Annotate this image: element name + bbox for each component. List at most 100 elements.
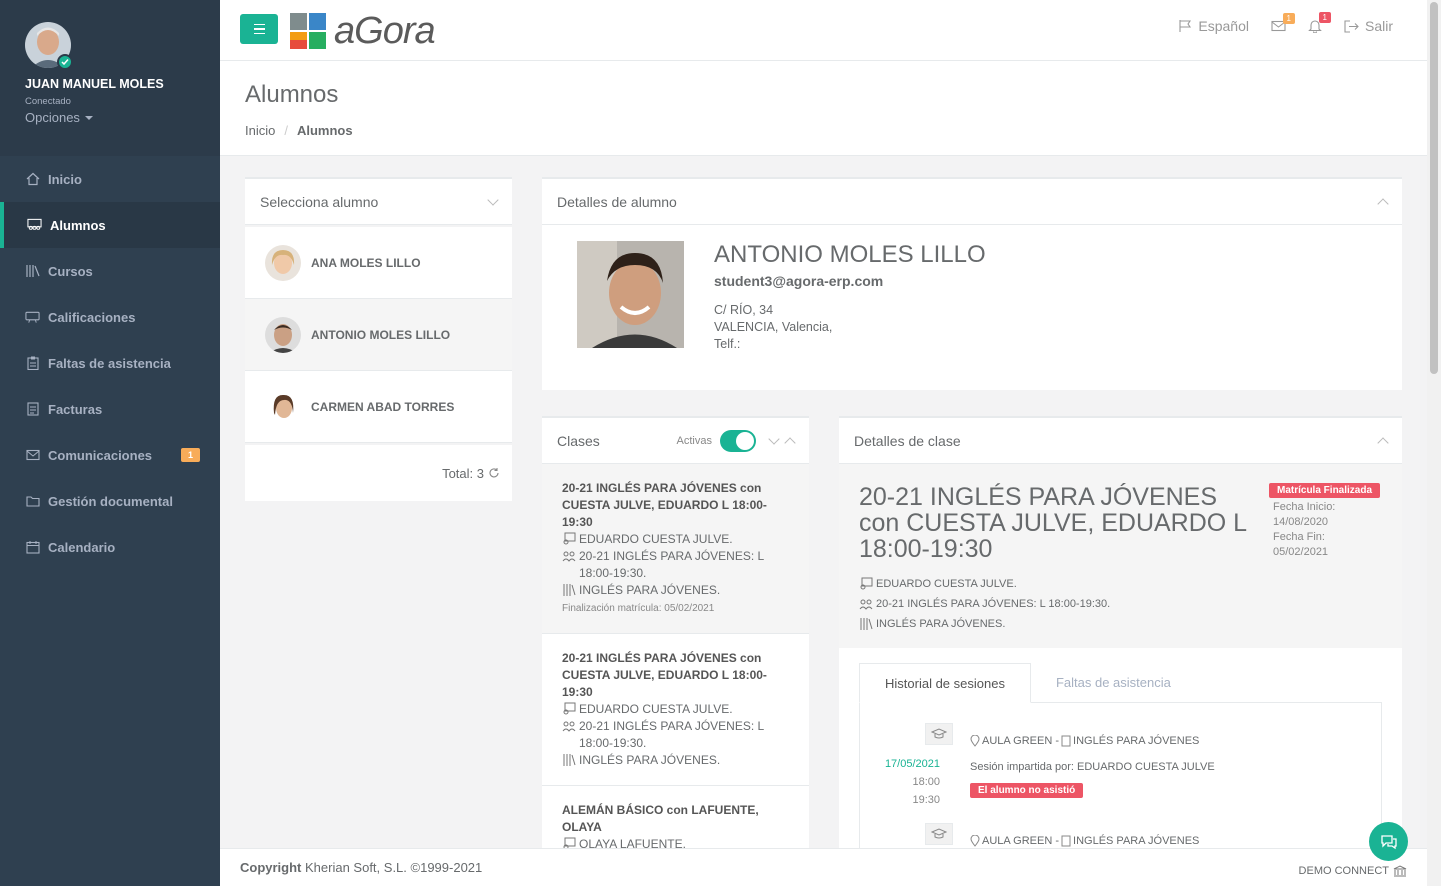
sidebar-item-calificaciones[interactable]: Calificaciones [0,294,220,340]
session-taught-by: Sesión impartida por: EDUARDO CUESTA JUL… [970,761,1215,773]
student-details-header: Detalles de alumno [542,179,1402,225]
student-name: ANTONIO MOLES LILLO [311,327,451,342]
active-classes-toggle[interactable] [720,429,756,452]
chat-button[interactable] [1369,822,1408,861]
book-icon [1061,735,1071,747]
student-select-panel: Selecciona alumno ANA MOLES LILLO ANTONI… [245,177,512,501]
class-name: 20-21 INGLÉS PARA JÓVENES con CUESTA JUL… [859,483,1247,563]
folder-icon [25,494,40,509]
user-status: Conectado [25,96,71,107]
class-course: INGLÉS PARA JÓVENES. [579,753,721,767]
tab-faltas-asistencia[interactable]: Faltas de asistencia [1031,663,1196,702]
student-avatar [265,244,301,281]
student-info: ANTONIO MOLES LILLO student3@agora-erp.c… [714,241,986,351]
tab-historial-sesiones[interactable]: Historial de sesiones [859,663,1031,703]
home-icon [25,172,40,187]
student-select-header[interactable]: Selecciona alumno [245,179,512,225]
status-badge: Matrícula Finalizada [1269,483,1381,498]
sidebar-item-inicio[interactable]: Inicio [0,156,220,202]
student-total: Total: 3 [245,445,512,501]
breadcrumb-separator: / [284,123,288,138]
copyright: Copyright Kherian Soft, S.L. ©1999-2021 [240,860,482,875]
session-start: 18:00 [912,776,940,788]
sidebar-item-gestion-documental[interactable]: Gestión documental [0,478,220,524]
books-icon [563,584,576,596]
user-options-dropdown[interactable]: Opciones [25,110,195,125]
class-group: 20-21 INGLÉS PARA JÓVENES: L 18:00-19:30… [876,597,1111,610]
language-label: Español [1198,18,1249,34]
class-list-item[interactable]: ALEMÁN BÁSICO con LAFUENTE, OLAYA OLAYA … [542,786,809,848]
student-email[interactable]: student3@agora-erp.com [714,273,986,289]
student-list-item[interactable]: ANA MOLES LILLO [245,227,512,299]
grades-icon [25,310,40,325]
breadcrumb-current: Alumnos [296,123,353,138]
scrollbar-thumb[interactable] [1430,2,1438,374]
sidebar-item-facturas[interactable]: Facturas [0,386,220,432]
graduation-cap-icon [925,723,953,745]
sidebar-item-cursos[interactable]: Cursos [0,248,220,294]
class-title: ALEMÁN BÁSICO con LAFUENTE, OLAYA [562,803,759,834]
chevron-down-icon[interactable] [768,432,780,445]
copyright-text: Kherian Soft, S.L. ©1999-2021 [301,860,483,875]
class-status-box: Matrícula Finalizada Fecha Inicio: 14/08… [1269,480,1382,560]
logo-text: aGora [334,10,436,52]
chevron-up-icon[interactable] [784,436,796,449]
class-teacher: EDUARDO CUESTA JULVE. [579,532,733,546]
sidebar-item-label: Cursos [48,263,93,279]
class-course: INGLÉS PARA JÓVENES. [579,583,721,597]
notifications-button[interactable]: 1 [1308,12,1331,33]
sidebar-item-label: Comunicaciones [48,447,153,463]
books-icon [563,754,576,766]
demo-connect-label: DEMO CONNECT [1298,864,1389,877]
sessions-timeline: 17/05/2021 18:00 19:30 AULA GREEN - INGL… [859,703,1382,848]
class-list-item-selected[interactable]: 20-21 INGLÉS PARA JÓVENES con CUESTA JUL… [542,464,809,634]
user-avatar[interactable] [25,22,73,70]
sidebar-item-label: Calendario [48,539,116,555]
class-details-header: Detalles de clase [839,418,1402,464]
chevron-up-icon[interactable] [1377,197,1389,210]
student-avatar [265,316,301,353]
class-list-item[interactable]: 20-21 INGLÉS PARA JÓVENES con CUESTA JUL… [542,634,809,786]
menu-toggle-button[interactable] [240,14,278,44]
session-course: INGLÉS PARA JÓVENES [1073,835,1200,847]
session-date: 17/05/2021 [884,758,940,770]
map-marker-icon [970,835,980,847]
class-group: 20-21 INGLÉS PARA JÓVENES: L 18:00-19:30… [579,549,764,580]
session-location: AULA GREEN - [982,835,1060,847]
chat-icon [1380,834,1397,849]
chevron-up-icon[interactable] [1377,436,1389,449]
chevron-down-icon[interactable] [487,193,499,206]
classes-header: Clases Activas [542,418,809,464]
sidebar-item-label: Calificaciones [48,309,136,325]
messages-badge: 1 [1282,13,1295,24]
breadcrumb-inicio[interactable]: Inicio [245,123,275,138]
student-list-item[interactable]: CARMEN ABAD TORRES [245,371,512,443]
teacher-icon [860,577,873,590]
student-select-title: Selecciona alumno [260,193,379,210]
session-location: AULA GREEN - [982,735,1060,747]
teacher-icon [563,532,576,545]
books-icon [25,264,40,279]
demo-connect: DEMO CONNECT [1299,859,1407,877]
sign-out-icon [1344,19,1359,33]
class-summary: 20-21 INGLÉS PARA JÓVENES con CUESTA JUL… [839,464,1402,648]
messages-button[interactable]: 1 [1271,13,1295,32]
invoice-icon [25,402,40,417]
sidebar-item-comunicaciones[interactable]: Comunicaciones 1 [0,432,220,478]
graduation-cap-icon [925,823,953,845]
student-city: VALENCIA, Valencia, [714,320,833,334]
session-course: INGLÉS PARA JÓVENES [1073,735,1200,747]
flag-icon [1179,20,1192,32]
refresh-icon[interactable] [488,467,500,479]
page-scrollbar[interactable] [1427,0,1441,886]
sidebar-item-alumnos[interactable]: Alumnos [0,202,220,248]
sidebar-item-calendario[interactable]: Calendario [0,524,220,570]
student-list-item-selected[interactable]: ANTONIO MOLES LILLO [245,299,512,371]
language-selector[interactable]: Español [1178,18,1249,34]
app-logo: aGora [290,10,436,52]
sidebar-item-faltas[interactable]: Faltas de asistencia [0,340,220,386]
start-date: 14/08/2020 [1273,516,1329,528]
logout-button[interactable]: Salir [1344,18,1393,34]
top-right-menu: Español 1 1 Salir [1178,12,1393,34]
student-full-name: ANTONIO MOLES LILLO [714,241,986,268]
